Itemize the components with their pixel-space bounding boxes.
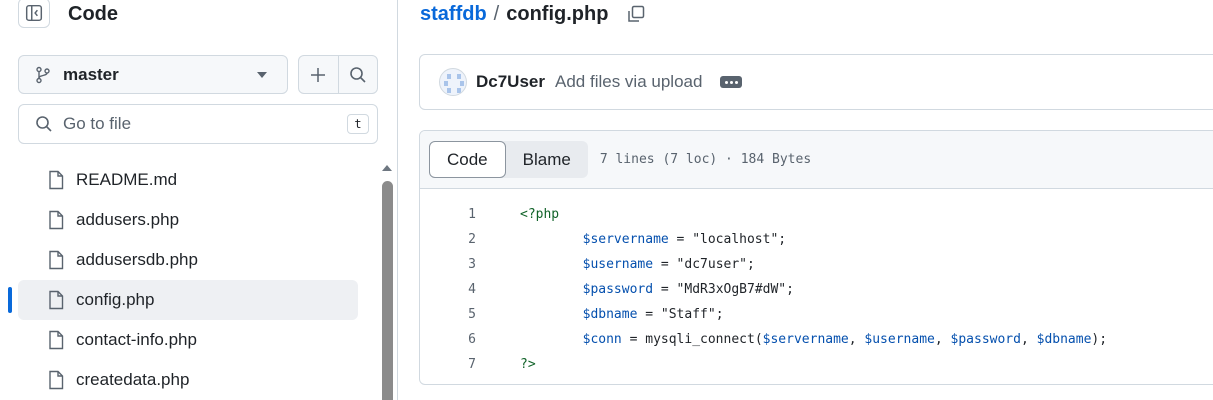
search-icon bbox=[36, 116, 52, 132]
line-source: <?php bbox=[520, 207, 560, 222]
commit-message[interactable]: Add files via upload bbox=[555, 72, 702, 92]
breadcrumb-repo-link[interactable]: staffdb bbox=[420, 3, 487, 26]
file-icon bbox=[49, 290, 64, 310]
sidebar-collapse-icon bbox=[25, 4, 43, 22]
avatar[interactable] bbox=[439, 68, 467, 96]
keyboard-shortcut-hint: t bbox=[347, 114, 369, 134]
file-icon bbox=[49, 170, 64, 190]
active-file-indicator bbox=[8, 287, 12, 313]
line-number[interactable]: 5 bbox=[420, 307, 476, 322]
file-name: addusersdb.php bbox=[76, 250, 198, 269]
ellipsis-dot-icon bbox=[729, 80, 733, 84]
line-source: $username = "dc7user"; bbox=[582, 257, 755, 272]
scroll-up-arrow[interactable] bbox=[382, 165, 392, 171]
branch-name: master bbox=[63, 64, 119, 84]
line-source: $servername = "localhost"; bbox=[582, 232, 787, 247]
code-toolbar: Code Blame 7 lines (7 loc) · 184 Bytes bbox=[420, 131, 1213, 189]
git-branch-icon bbox=[36, 66, 50, 83]
expand-commit-button[interactable] bbox=[720, 76, 743, 88]
file-name: createdata.php bbox=[76, 370, 190, 389]
file-name: README.md bbox=[76, 170, 178, 189]
latest-commit-bar: Dc7User Add files via upload bbox=[419, 54, 1213, 110]
view-mode-toggle: Code Blame bbox=[429, 141, 588, 178]
line-number[interactable]: 4 bbox=[420, 282, 476, 297]
file-tree-item[interactable]: createdata.php bbox=[18, 360, 358, 400]
file-icon bbox=[49, 210, 64, 230]
code-line: 5 $dbname = "Staff"; bbox=[420, 302, 1213, 327]
chevron-down-icon bbox=[257, 71, 267, 78]
file-tree-item[interactable]: addusers.php bbox=[18, 200, 358, 240]
file-tree: README.md addusers.php addusersdb.php co… bbox=[18, 160, 358, 400]
file-name: addusers.php bbox=[76, 210, 180, 229]
line-source: $password = "MdR3xOgB7#dW"; bbox=[582, 282, 794, 297]
commit-author[interactable]: Dc7User bbox=[476, 72, 545, 92]
sidebar-scrollbar-thumb[interactable] bbox=[382, 181, 393, 400]
breadcrumb: staffdb / config.php bbox=[420, 2, 646, 26]
tab-code[interactable]: Code bbox=[429, 141, 506, 178]
file-tree-item-active[interactable]: config.php bbox=[18, 280, 358, 320]
go-to-file-field[interactable]: t bbox=[18, 104, 378, 144]
line-source: ?> bbox=[520, 357, 536, 372]
ellipsis-dot-icon bbox=[725, 80, 729, 84]
file-name: config.php bbox=[76, 290, 155, 309]
line-number[interactable]: 3 bbox=[420, 257, 476, 272]
file-tree-item[interactable]: contact-info.php bbox=[18, 320, 358, 360]
line-number[interactable]: 6 bbox=[420, 332, 476, 347]
file-size-info: 7 lines (7 loc) · 184 Bytes bbox=[599, 152, 812, 167]
file-icon bbox=[49, 370, 64, 390]
search-icon bbox=[349, 66, 366, 83]
line-source: $dbname = "Staff"; bbox=[582, 307, 724, 322]
line-number[interactable]: 1 bbox=[420, 207, 476, 222]
tab-blame[interactable]: Blame bbox=[506, 141, 588, 178]
code-lines: 1 <?php 2 $servername = "localhost"; 3 $… bbox=[420, 189, 1213, 377]
code-line: 6 $conn = mysqli_connect($servername, $u… bbox=[420, 327, 1213, 352]
sidebar-header: Code bbox=[18, 0, 118, 30]
file-name: contact-info.php bbox=[76, 330, 197, 349]
identicon-icon bbox=[444, 74, 464, 93]
file-actions-group bbox=[298, 55, 378, 94]
line-source: $conn = mysqli_connect($servername, $use… bbox=[582, 332, 1108, 347]
code-viewer: Code Blame 7 lines (7 loc) · 184 Bytes 1… bbox=[419, 130, 1213, 385]
breadcrumb-current-file: config.php bbox=[506, 2, 609, 25]
line-number[interactable]: 2 bbox=[420, 232, 476, 247]
plus-icon bbox=[311, 67, 326, 82]
code-line: 1 <?php bbox=[420, 202, 1213, 227]
branch-selector-button[interactable]: master bbox=[18, 55, 288, 94]
sidebar-title: Code bbox=[68, 2, 118, 25]
code-line: 3 $username = "dc7user"; bbox=[420, 252, 1213, 277]
code-line: 2 $servername = "localhost"; bbox=[420, 227, 1213, 252]
breadcrumb-separator: / bbox=[493, 2, 500, 25]
search-code-button[interactable] bbox=[339, 56, 378, 93]
collapse-sidebar-button[interactable] bbox=[18, 0, 50, 28]
code-line: 7 ?> bbox=[420, 352, 1213, 377]
line-number[interactable]: 7 bbox=[420, 357, 476, 372]
ellipsis-dot-icon bbox=[734, 80, 738, 84]
file-icon bbox=[49, 330, 64, 350]
go-to-file-input[interactable] bbox=[63, 114, 347, 134]
copy-icon bbox=[628, 5, 645, 22]
file-tree-item[interactable]: addusersdb.php bbox=[18, 240, 358, 280]
code-line: 4 $password = "MdR3xOgB7#dW"; bbox=[420, 277, 1213, 302]
file-icon bbox=[49, 250, 64, 270]
file-tree-sidebar: Code master Go to file t README.md addus… bbox=[0, 0, 398, 400]
file-tree-item[interactable]: README.md bbox=[18, 160, 358, 200]
copy-path-button[interactable] bbox=[626, 4, 646, 24]
add-file-button[interactable] bbox=[299, 56, 339, 93]
